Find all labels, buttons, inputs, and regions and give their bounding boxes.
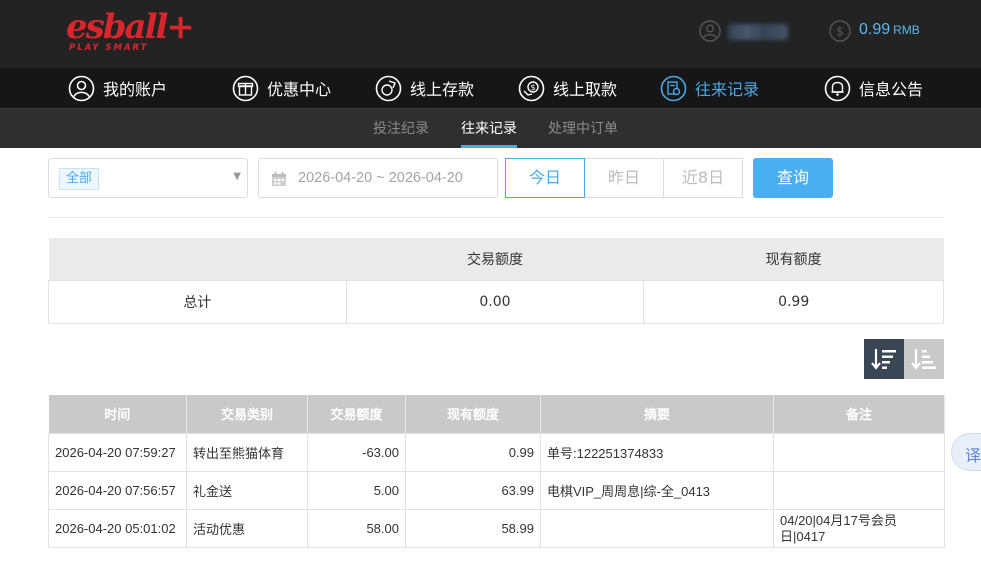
- cell-time: 2026-04-20 07:59:27: [48, 432, 187, 472]
- quick-range-last8days-button[interactable]: 近8日: [663, 158, 743, 198]
- transaction-records-table: 时间 交易类别 交易额度 现有额度 摘要 备注 2026-04-20 07:59…: [48, 395, 945, 548]
- subtab-pending-orders[interactable]: 处理中订单: [548, 109, 618, 148]
- filter-divider: [48, 217, 944, 218]
- user-icon: [68, 75, 95, 101]
- username-blurred: [728, 24, 788, 40]
- cell-summary: 单号:122251374833: [540, 432, 774, 472]
- subtab-bet-records[interactable]: 投注纪录: [373, 109, 429, 148]
- top-header: esball+ PLAY SMART $ 0.99 RMB: [0, 0, 981, 68]
- calendar-icon: [272, 172, 286, 186]
- cell-transaction-amount: -63.00: [307, 432, 406, 472]
- sort-descending-icon: [871, 349, 896, 370]
- nav-my-account-label: 我的账户: [103, 82, 168, 99]
- account-avatar-icon[interactable]: [699, 20, 721, 42]
- col-header-transaction-amount[interactable]: 交易额度: [307, 395, 406, 433]
- summary-total-row: 总计 0.00 0.99: [48, 279, 944, 324]
- selected-type-tag[interactable]: 全部: [59, 168, 100, 190]
- query-button[interactable]: 查询: [753, 158, 833, 198]
- summary-header-blank: [48, 238, 347, 280]
- summary-header-transaction-amount: 交易额度: [346, 238, 644, 280]
- quick-range-yesterday-button[interactable]: 昨日: [584, 158, 664, 198]
- balance-currency: RMB: [893, 23, 920, 37]
- table-row: 2026-04-20 07:56:57 礼金送 5.00 63.99 电棋VIP…: [48, 470, 945, 510]
- cell-remarks: [773, 432, 945, 472]
- date-range-value: 2026-04-20 ~ 2026-04-20: [298, 170, 463, 186]
- nav-transaction-records-label: 往来记录: [695, 82, 760, 99]
- account-balance: 0.99 RMB: [859, 21, 920, 39]
- subtab-transaction-records[interactable]: 往来记录: [461, 109, 517, 148]
- col-header-time[interactable]: 时间: [48, 395, 187, 433]
- withdraw-icon: $: [518, 75, 545, 101]
- summary-total-label: 总计: [48, 279, 347, 324]
- cell-transaction-type: 转出至熊猫体育: [186, 432, 308, 472]
- sort-ascending-button[interactable]: [904, 339, 944, 379]
- cell-remarks: 04/20|04月17号会员日|0417: [773, 508, 945, 548]
- sort-descending-button[interactable]: [864, 339, 904, 379]
- records-icon: [660, 75, 687, 101]
- cell-summary: 电棋VIP_周周息|综-全_0413: [540, 470, 774, 510]
- esball-logo[interactable]: esball+ PLAY SMART: [66, 8, 195, 54]
- nav-promotions-label: 优惠中心: [267, 82, 332, 99]
- deposit-icon: [375, 75, 402, 101]
- summary-header-row: 交易额度 现有额度: [48, 238, 944, 280]
- nav-online-withdraw-label: 线上取款: [553, 82, 618, 99]
- cell-summary: [540, 508, 774, 548]
- sort-ascending-icon: [911, 349, 936, 370]
- table-row: 2026-04-20 07:59:27 转出至熊猫体育 -63.00 0.99 …: [48, 432, 945, 472]
- gift-icon: [232, 75, 259, 101]
- nav-announcements[interactable]: 信息公告: [824, 68, 923, 108]
- nav-online-withdraw[interactable]: $ 线上取款: [518, 68, 617, 108]
- cell-time: 2026-04-20 07:56:57: [48, 470, 187, 510]
- cell-current-amount: 63.99: [405, 470, 541, 510]
- cell-time: 2026-04-20 05:01:02: [48, 508, 187, 548]
- sub-navigation: 投注纪录 往来记录 处理中订单: [0, 108, 981, 148]
- cell-transaction-amount: 58.00: [307, 508, 406, 548]
- cell-transaction-type: 礼金送: [186, 470, 308, 510]
- date-range-picker[interactable]: 2026-04-20 ~ 2026-04-20: [258, 158, 498, 198]
- nav-online-deposit[interactable]: 线上存款: [375, 68, 474, 108]
- transaction-type-select[interactable]: 全部 ▼: [48, 158, 248, 198]
- table-row: 2026-04-20 05:01:02 活动优惠 58.00 58.99 04/…: [48, 508, 945, 548]
- col-header-transaction-type[interactable]: 交易类别: [186, 395, 308, 433]
- translate-icon: 译: [965, 446, 981, 465]
- nav-promotions[interactable]: 优惠中心: [232, 68, 331, 108]
- nav-online-deposit-label: 线上存款: [410, 82, 475, 99]
- records-header-row: 时间 交易类别 交易额度 现有额度 摘要 备注: [48, 395, 945, 433]
- balance-value: 0.99: [859, 21, 891, 38]
- main-navigation: 我的账户 优惠中心 线上存款 $ 线上取款 往来记录 信息公告: [0, 68, 981, 108]
- summary-total-current-amount: 0.99: [643, 279, 944, 324]
- nav-my-account[interactable]: 我的账户: [68, 68, 167, 108]
- chevron-down-icon: ▼: [233, 171, 241, 182]
- summary-total-transaction-amount: 0.00: [345, 279, 645, 324]
- col-header-remarks[interactable]: 备注: [773, 395, 945, 433]
- cell-remarks: [773, 470, 945, 510]
- quick-range-today-button[interactable]: 今日: [505, 158, 585, 198]
- svg-text:$: $: [836, 25, 844, 39]
- translate-widget-button[interactable]: 译: [951, 433, 981, 471]
- nav-transaction-records[interactable]: 往来记录: [660, 68, 759, 108]
- summary-table: 交易额度 现有额度 总计 0.00 0.99: [48, 238, 944, 324]
- cell-current-amount: 58.99: [405, 508, 541, 548]
- col-header-summary[interactable]: 摘要: [540, 395, 774, 433]
- logo-text: esball+: [66, 7, 195, 47]
- cell-transaction-amount: 5.00: [307, 470, 406, 510]
- summary-header-current-amount: 现有额度: [643, 238, 944, 280]
- nav-announcements-label: 信息公告: [859, 82, 924, 99]
- dollar-coin-icon: $: [829, 20, 851, 42]
- bell-icon: [824, 75, 851, 101]
- cell-transaction-type: 活动优惠: [186, 508, 308, 548]
- svg-text:$: $: [530, 83, 535, 92]
- col-header-current-amount[interactable]: 现有额度: [405, 395, 541, 433]
- cell-current-amount: 0.99: [405, 432, 541, 472]
- logo-tagline: PLAY SMART: [69, 43, 149, 53]
